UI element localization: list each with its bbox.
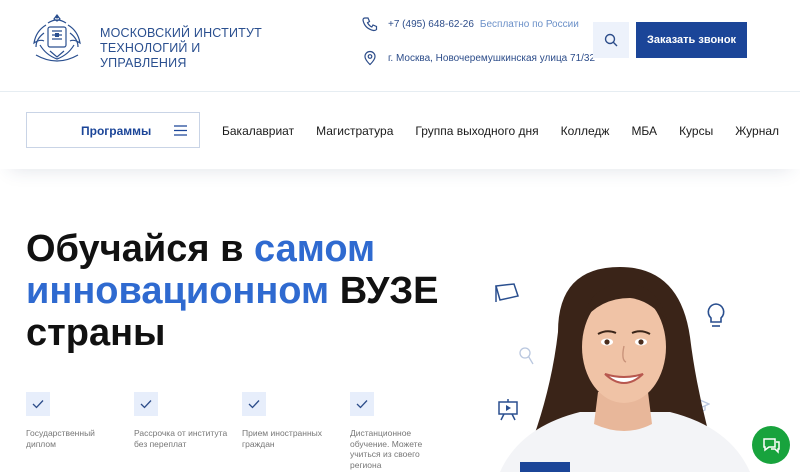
chat-widget-button[interactable] <box>752 426 790 464</box>
nav-link-courses[interactable]: Курсы <box>679 124 713 138</box>
hero-title: Обучайся в самом инновационном ВУЗЕ стра… <box>26 228 496 354</box>
nav-link-mba[interactable]: МБА <box>631 124 657 138</box>
feature-item: Прием иностранных граждан <box>242 392 350 470</box>
hero-title-part1: Обучайся в <box>26 228 254 270</box>
nav-links: Бакалавриат Магистратура Группа выходног… <box>222 124 779 138</box>
feature-text: Дистанционное обучение. Можете учиться и… <box>350 428 423 470</box>
institute-name-line1: МОСКОВСКИЙ ИНСТИТУТ <box>100 26 262 40</box>
checkmark-icon <box>242 392 266 416</box>
address-text: г. Москва, Новочеремушкинская улица 71/3… <box>388 52 596 64</box>
nav-link-weekend-group[interactable]: Группа выходного дня <box>415 124 538 138</box>
feature-item: Рассрочка от института без переплат <box>134 392 242 470</box>
chat-bubble-icon <box>763 438 780 454</box>
feature-text: Государственный диплом <box>26 428 95 449</box>
nav-link-college[interactable]: Колледж <box>561 124 610 138</box>
phone-note: Бесплатно по России <box>479 18 579 30</box>
menu-icon <box>174 125 187 136</box>
phone-number-link[interactable]: +7 (495) 648-62-26 <box>388 19 474 30</box>
features-list: Государственный диплом Рассрочка от инст… <box>26 392 458 470</box>
nav-link-master[interactable]: Магистратура <box>316 124 393 138</box>
main-nav: Программы Бакалавриат Магистратура Групп… <box>0 93 800 169</box>
search-button[interactable] <box>593 22 629 58</box>
location-pin-icon <box>364 50 376 66</box>
student-photo <box>500 267 750 472</box>
programs-menu-button[interactable]: Программы <box>26 112 200 148</box>
site-header: МОСКОВСКИЙ ИНСТИТУТ ТЕХНОЛОГИЙ И УПРАВЛЕ… <box>0 0 800 92</box>
institute-crest-logo[interactable] <box>26 11 88 67</box>
checkmark-icon <box>26 392 50 416</box>
institute-name-line2: ТЕХНОЛОГИЙ И УПРАВЛЕНИЯ <box>100 41 201 70</box>
address-contact: г. Москва, Новочеремушкинская улица 71/3… <box>362 50 595 66</box>
programs-label: Программы <box>81 124 152 138</box>
feature-item: Дистанционное обучение. Можете учиться и… <box>350 392 458 470</box>
order-call-button[interactable]: Заказать звонок <box>636 22 747 58</box>
search-icon <box>604 33 618 47</box>
feature-item: Государственный диплом <box>26 392 134 470</box>
feature-text: Прием иностранных граждан <box>242 428 323 449</box>
nav-link-bachelor[interactable]: Бакалавриат <box>222 124 294 138</box>
checkmark-icon <box>134 392 158 416</box>
feature-text: Рассрочка от института без переплат <box>134 428 228 449</box>
nav-link-journal[interactable]: Журнал <box>735 124 779 138</box>
checkmark-icon <box>350 392 374 416</box>
phone-contact: +7 (495) 648-62-26 Бесплатно по России <box>362 16 579 32</box>
phone-icon <box>362 17 378 32</box>
institute-name[interactable]: МОСКОВСКИЙ ИНСТИТУТ ТЕХНОЛОГИЙ И УПРАВЛЕ… <box>100 26 290 71</box>
